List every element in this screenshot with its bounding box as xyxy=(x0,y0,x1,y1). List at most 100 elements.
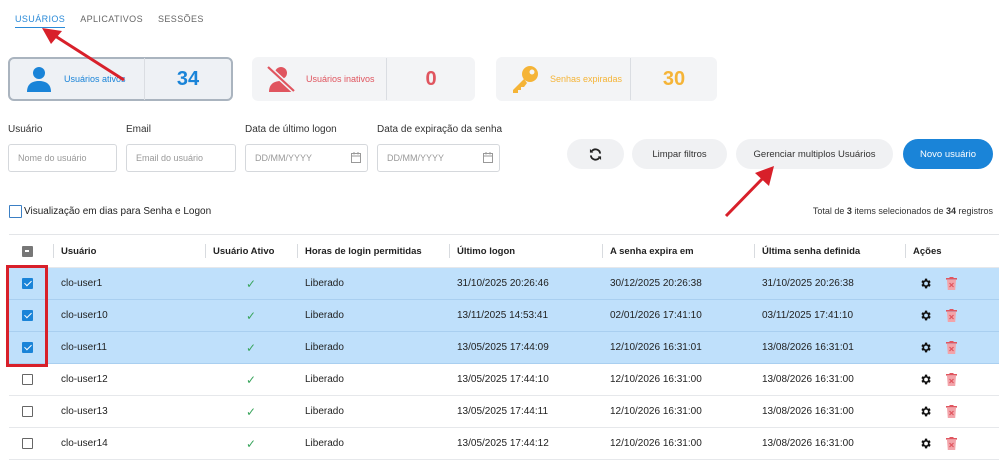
column-header-last-logon[interactable]: Último logon xyxy=(449,235,602,267)
cell-last-logon: 13/05/2025 17:44:09 xyxy=(457,342,549,353)
row-select-cell[interactable] xyxy=(9,332,53,363)
cell-last-password-set: 13/08/2026 16:31:01 xyxy=(762,342,854,353)
refresh-icon xyxy=(589,147,602,161)
new-user-button[interactable]: Novo usuário xyxy=(903,139,993,169)
card-value: 34 xyxy=(176,67,200,90)
cell-last-password-set: 03/11/2025 17:41:10 xyxy=(762,310,854,321)
card-label: Usuários ativos xyxy=(64,74,126,84)
cell-user: clo-user1 xyxy=(61,278,103,289)
cell-login-hours: Liberado xyxy=(305,310,344,321)
card-value: 30 xyxy=(662,67,686,90)
column-header-last-password-set[interactable]: Última senha definida xyxy=(754,235,905,267)
row-select-cell[interactable] xyxy=(9,428,53,459)
date-placeholder: DD/MM/YYYY xyxy=(387,153,445,163)
cell-last-logon: 13/05/2025 17:44:10 xyxy=(457,374,549,385)
trash-icon[interactable] xyxy=(946,373,957,386)
gear-icon[interactable] xyxy=(919,277,932,290)
cell-password-expires: 30/12/2025 20:26:38 xyxy=(610,278,702,289)
cell-actions xyxy=(905,268,999,299)
column-header-user[interactable]: Usuário xyxy=(53,235,205,267)
clear-filters-button[interactable]: Limpar filtros xyxy=(632,139,727,169)
filter-user-input[interactable]: Nome do usuário xyxy=(8,144,117,172)
row-checkbox[interactable] xyxy=(22,342,33,353)
tab-sessoes[interactable]: SESSÕES xyxy=(158,14,204,28)
gear-icon[interactable] xyxy=(919,373,932,386)
filter-expiry-label: Data de expiração da senha xyxy=(377,124,503,135)
row-checkbox[interactable] xyxy=(22,374,33,385)
table-row[interactable]: clo-user13 ✓ Liberado 13/05/2025 17:44:11 12… xyxy=(9,396,999,428)
filter-last-logon-input[interactable]: DD/MM/YYYY xyxy=(245,144,368,172)
trash-icon[interactable] xyxy=(946,437,957,450)
date-placeholder: DD/MM/YYYY xyxy=(255,153,313,163)
filter-email-label: Email xyxy=(126,124,152,135)
select-all-cell[interactable] xyxy=(9,235,53,267)
user-icon xyxy=(22,62,56,96)
table-row[interactable]: clo-user1 ✓ Liberado 31/10/2025 20:26:46 30/… xyxy=(9,268,999,300)
cell-last-password-set: 13/08/2026 16:31:00 xyxy=(762,374,854,385)
tab-usuarios[interactable]: USUÁRIOS xyxy=(15,14,66,28)
cell-user: clo-user11 xyxy=(61,342,107,353)
cell-user: clo-user13 xyxy=(61,406,108,417)
row-checkbox[interactable] xyxy=(22,310,33,321)
column-header-active[interactable]: Usuário Ativo xyxy=(205,235,297,267)
cell-user: clo-user12 xyxy=(61,374,108,385)
cell-password-expires: 12/10/2026 16:31:00 xyxy=(610,438,702,449)
cell-last-logon: 13/05/2025 17:44:11 xyxy=(457,406,549,417)
cell-last-password-set: 31/10/2025 20:26:38 xyxy=(762,278,854,289)
trash-icon[interactable] xyxy=(946,405,957,418)
filter-expiry-input[interactable]: DD/MM/YYYY xyxy=(377,144,500,172)
days-view-toggle[interactable]: Visualização em dias para Senha e Logon xyxy=(9,205,211,218)
row-checkbox[interactable] xyxy=(22,406,33,417)
row-select-cell[interactable] xyxy=(9,300,53,331)
check-icon: ✓ xyxy=(245,340,257,355)
tab-aplicativos[interactable]: APLICATIVOS xyxy=(80,14,143,28)
row-checkbox[interactable] xyxy=(22,278,33,289)
table-row[interactable]: clo-user11 ✓ Liberado 13/05/2025 17:44:09 12… xyxy=(9,332,999,364)
select-all-checkbox[interactable] xyxy=(22,245,33,257)
cell-login-hours: Liberado xyxy=(305,342,344,353)
cell-last-logon: 13/05/2025 17:44:12 xyxy=(457,438,549,449)
gear-icon[interactable] xyxy=(919,405,932,418)
manage-multiple-users-button[interactable]: Gerenciar multiplos Usuários xyxy=(736,139,893,169)
gear-icon[interactable] xyxy=(919,309,932,322)
table-row[interactable]: clo-user10 ✓ Liberado 13/11/2025 14:53:41 02… xyxy=(9,300,999,332)
cell-user: clo-user14 xyxy=(61,438,108,449)
days-view-checkbox[interactable] xyxy=(9,205,22,218)
trash-icon[interactable] xyxy=(946,309,957,322)
refresh-button[interactable] xyxy=(567,139,624,169)
row-checkbox[interactable] xyxy=(22,438,33,449)
card-label: Usuários inativos xyxy=(306,74,375,84)
check-icon: ✓ xyxy=(245,308,257,323)
top-tabs: USUÁRIOS APLICATIVOS SESSÕES xyxy=(15,14,204,28)
check-icon: ✓ xyxy=(245,404,257,419)
card-label: Senhas expiradas xyxy=(550,74,623,84)
calendar-icon[interactable] xyxy=(483,152,493,163)
selection-total: Total de 3 items selecionados de 34 regi… xyxy=(812,206,993,216)
days-view-label: Visualização em dias para Senha e Logon xyxy=(24,206,212,217)
card-active-users[interactable]: Usuários ativos 34 xyxy=(8,57,233,101)
row-select-cell[interactable] xyxy=(9,268,53,299)
table-row[interactable]: clo-user12 ✓ Liberado 13/05/2025 17:44:10 12… xyxy=(9,364,999,396)
trash-icon[interactable] xyxy=(946,277,957,290)
column-header-actions: Ações xyxy=(905,235,999,267)
card-inactive-users[interactable]: Usuários inativos 0 xyxy=(252,57,475,101)
cell-password-expires: 12/10/2026 16:31:00 xyxy=(610,374,702,385)
column-header-login-hours[interactable]: Horas de login permitidas xyxy=(297,235,449,267)
cell-actions xyxy=(905,428,999,459)
cell-password-expires: 12/10/2026 16:31:01 xyxy=(610,342,702,353)
card-expired-passwords[interactable]: Senhas expiradas 30 xyxy=(496,57,717,101)
gear-icon[interactable] xyxy=(919,437,932,450)
filter-email-input[interactable]: Email do usuário xyxy=(126,144,236,172)
row-select-cell[interactable] xyxy=(9,396,53,427)
table-header: Usuário Usuário Ativo Horas de login per… xyxy=(9,235,999,268)
gear-icon[interactable] xyxy=(919,341,932,354)
cell-login-hours: Liberado xyxy=(305,374,344,385)
column-header-password-expires[interactable]: A senha expira em xyxy=(602,235,754,267)
users-table: Usuário Usuário Ativo Horas de login per… xyxy=(9,234,999,460)
table-row[interactable]: clo-user14 ✓ Liberado 13/05/2025 17:44:12 12… xyxy=(9,428,999,460)
cell-actions xyxy=(905,396,999,427)
row-select-cell[interactable] xyxy=(9,364,53,395)
calendar-icon[interactable] xyxy=(351,152,361,163)
trash-icon[interactable] xyxy=(946,341,957,354)
annotation-arrow xyxy=(724,166,774,218)
